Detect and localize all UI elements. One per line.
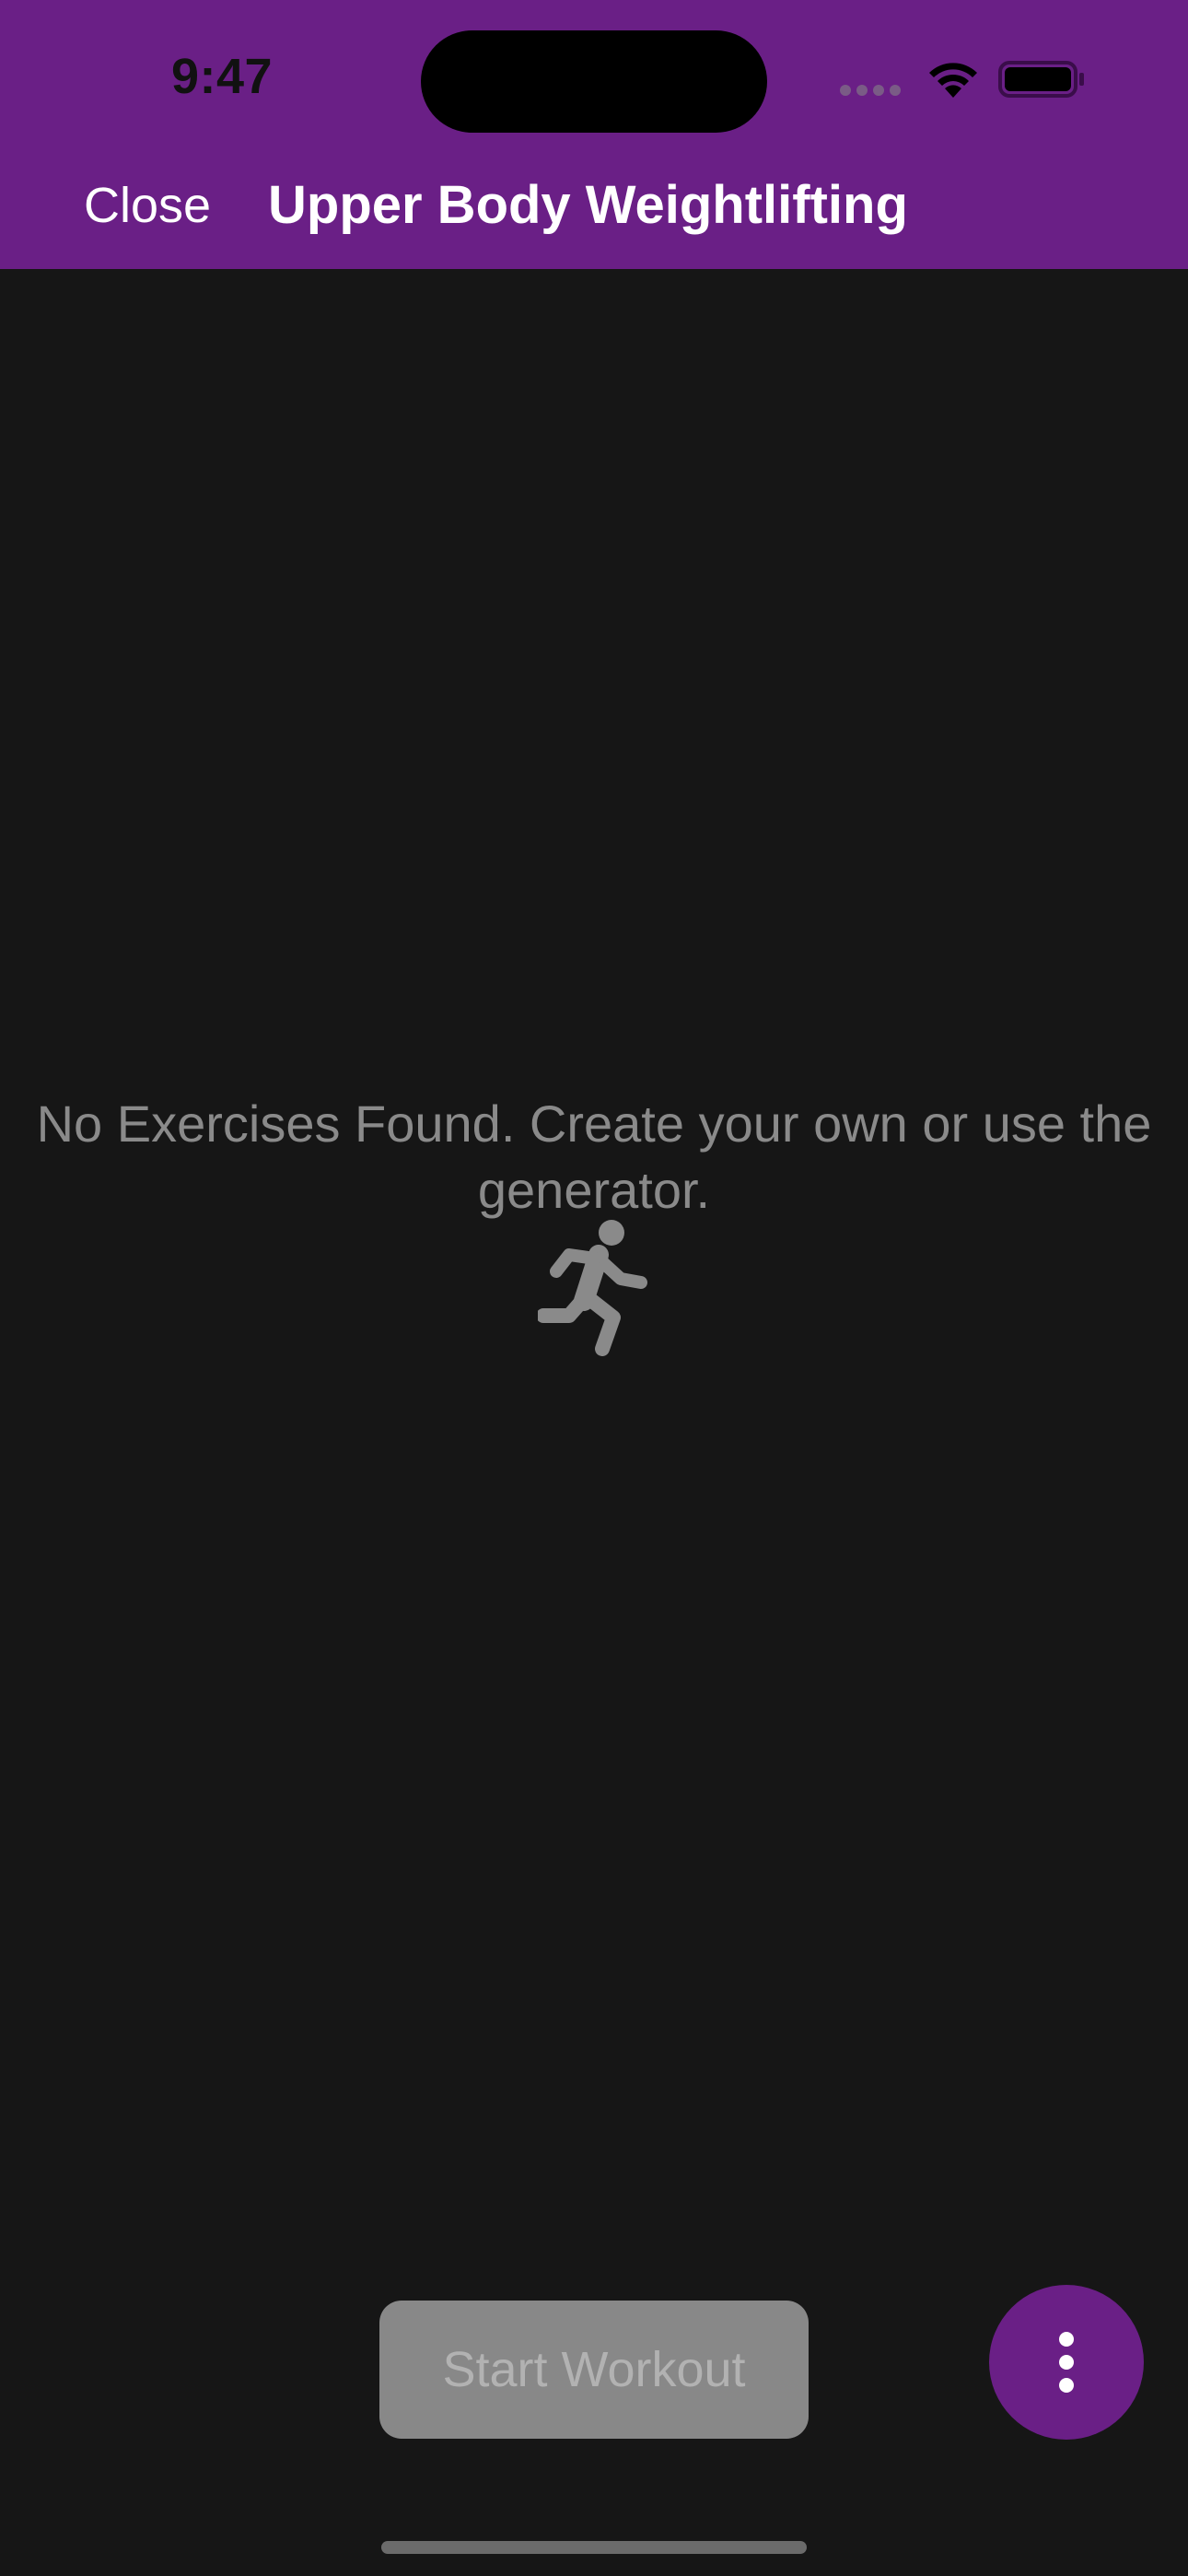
cellular-signal-icon bbox=[840, 85, 901, 96]
running-figure-icon bbox=[538, 1220, 647, 1356]
dynamic-island bbox=[421, 30, 767, 133]
battery-icon bbox=[998, 61, 1084, 98]
empty-state: No Exercises Found. Create your own or u… bbox=[0, 1091, 1188, 1224]
more-options-button[interactable] bbox=[989, 2285, 1144, 2440]
page-title: Upper Body Weightlifting bbox=[268, 175, 908, 235]
start-workout-button[interactable]: Start Workout bbox=[379, 2301, 809, 2439]
empty-state-message: No Exercises Found. Create your own or u… bbox=[36, 1095, 1152, 1219]
home-indicator[interactable] bbox=[381, 2541, 807, 2554]
close-button[interactable]: Close bbox=[84, 181, 211, 230]
status-time: 9:47 bbox=[171, 49, 274, 104]
wifi-icon bbox=[929, 63, 977, 98]
top-bar: 9:47 Close Upper Body Weightlifting bbox=[0, 0, 1188, 269]
vertical-ellipsis-icon bbox=[1059, 2332, 1074, 2393]
status-indicators bbox=[840, 57, 1089, 103]
